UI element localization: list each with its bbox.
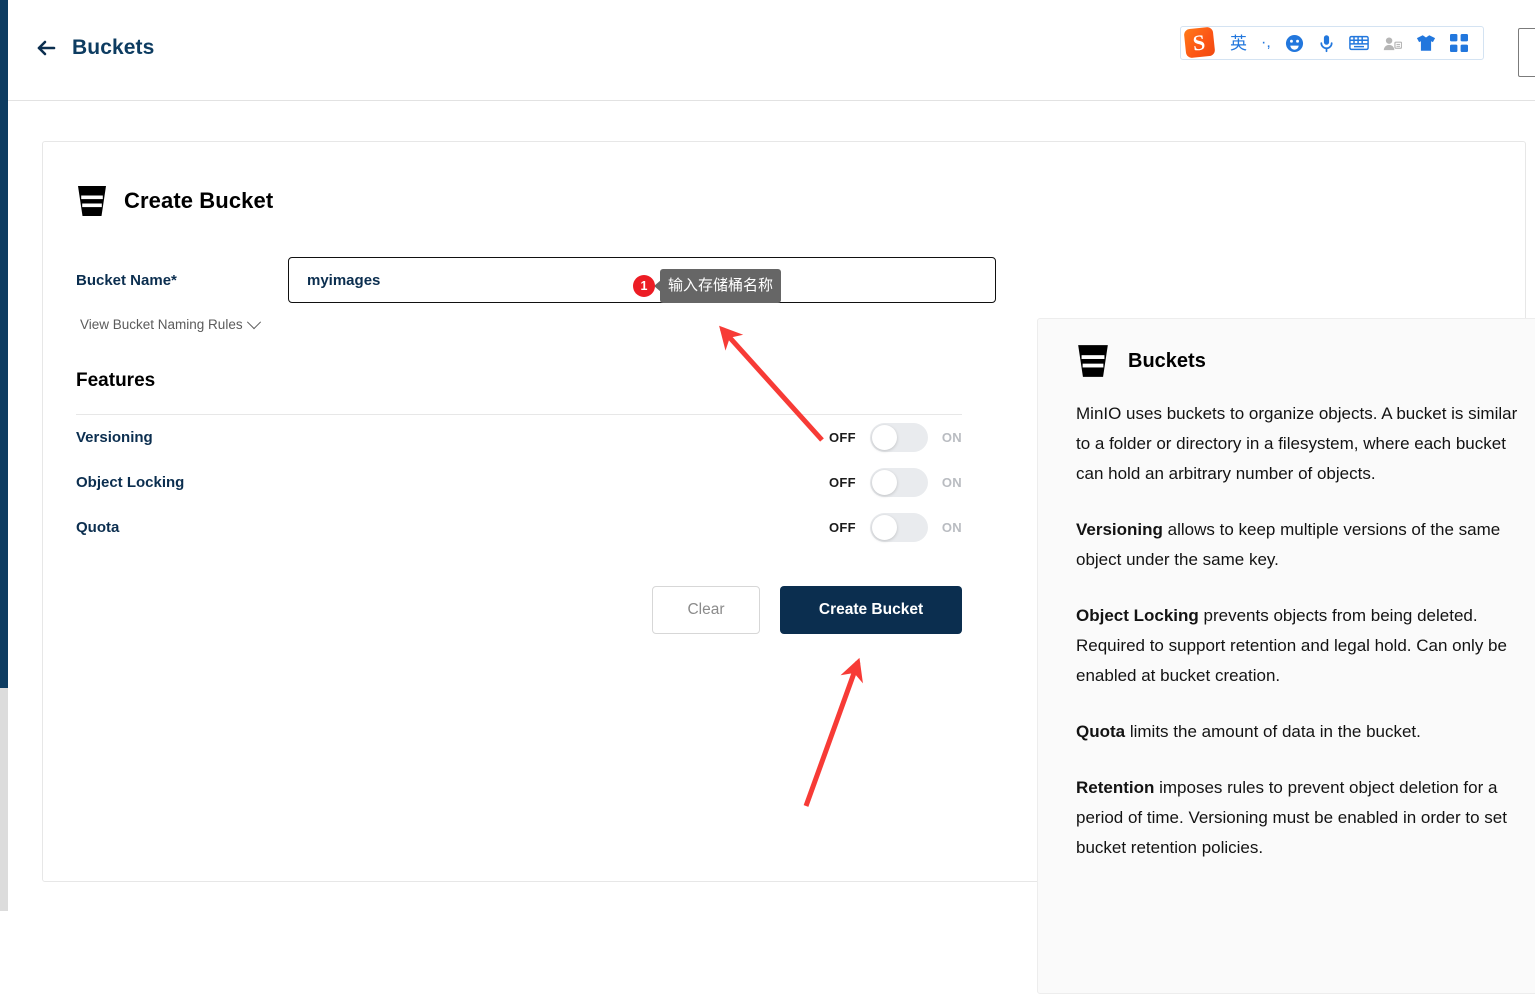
view-bucket-naming-rules-link[interactable]: View Bucket Naming Rules xyxy=(80,314,261,332)
grid-icon[interactable] xyxy=(1443,27,1475,59)
bucket-name-input[interactable] xyxy=(288,257,996,303)
toggle-off-text-quota: OFF xyxy=(828,520,856,535)
tshirt-icon[interactable] xyxy=(1409,27,1443,59)
toggle-switch-versioning[interactable] xyxy=(869,423,928,452)
help-paragraph: MinIO uses buckets to organize objects. … xyxy=(1076,399,1530,489)
toggle-switch-quota[interactable] xyxy=(869,513,928,542)
bucket-name-field-row: Bucket Name* xyxy=(76,257,996,303)
create-bucket-header: Create Bucket xyxy=(76,184,996,218)
create-bucket-button[interactable]: Create Bucket xyxy=(780,586,962,634)
back-to-buckets[interactable]: Buckets xyxy=(34,36,154,60)
emoji-icon[interactable] xyxy=(1278,27,1311,59)
help-paragraph-bold: Retention xyxy=(1076,778,1155,797)
features-heading: Features xyxy=(76,370,156,391)
ime-punctuation-mode-button[interactable]: ·, xyxy=(1254,27,1278,59)
create-bucket-panel: Create Bucket Bucket Name* View Bucket N… xyxy=(42,141,1535,994)
toggle-switch-object-locking[interactable] xyxy=(869,468,928,497)
bucket-icon xyxy=(76,184,108,218)
create-bucket-form: Create Bucket Bucket Name* View Bucket N… xyxy=(76,184,996,634)
toggle-row-versioning: Versioning OFF ON xyxy=(76,415,962,460)
help-paragraph-bold: Quota xyxy=(1076,722,1126,741)
help-title: Buckets xyxy=(1128,349,1206,372)
microphone-icon[interactable] xyxy=(1311,27,1342,59)
keyboard-icon[interactable] xyxy=(1342,27,1376,59)
buckets-help-panel: Buckets MinIO uses buckets to organize o… xyxy=(1037,318,1535,994)
form-actions: Clear Create Bucket xyxy=(76,586,962,634)
sogou-ime-toolbar[interactable]: S 英 ·, xyxy=(1180,26,1484,60)
help-paragraph-text: limits the amount of data in the bucket. xyxy=(1125,722,1421,741)
page-scrollbar-track[interactable] xyxy=(0,688,8,911)
help-paragraph: Object Locking prevents objects from bei… xyxy=(1076,601,1530,691)
toggle-label-object-locking: Object Locking xyxy=(76,474,185,491)
bucket-name-input-wrapper xyxy=(288,257,996,303)
arrow-left-icon[interactable] xyxy=(34,36,58,60)
toggle-label-quota: Quota xyxy=(76,519,120,536)
chevron-down-icon xyxy=(246,314,261,329)
toggle-on-text-quota: ON xyxy=(941,520,962,535)
toggle-on-text-versioning: ON xyxy=(941,430,962,445)
sogou-logo-letter: S xyxy=(1191,29,1207,56)
toggle-row-quota: Quota OFF ON xyxy=(76,505,962,550)
toggle-label-versioning: Versioning xyxy=(76,429,153,446)
page-title: Buckets xyxy=(72,36,155,59)
user-card-icon[interactable] xyxy=(1376,27,1409,59)
toggle-off-text-versioning: OFF xyxy=(828,430,856,445)
toggle-off-text-object-locking: OFF xyxy=(828,475,856,490)
help-paragraph-bold: Versioning xyxy=(1076,520,1163,539)
help-paragraph-text: MinIO uses buckets to organize objects. … xyxy=(1076,404,1518,483)
sidebar-accent-rail xyxy=(0,0,8,688)
help-paragraph-bold: Object Locking xyxy=(1076,606,1199,625)
bucket-name-label: Bucket Name* xyxy=(76,271,177,289)
create-bucket-title: Create Bucket xyxy=(124,188,274,213)
help-paragraph: Versioning allows to keep multiple versi… xyxy=(1076,515,1530,575)
offscreen-dialog-edge xyxy=(1518,28,1535,77)
toggle-on-text-object-locking: ON xyxy=(941,475,962,490)
bucket-icon xyxy=(1076,343,1110,379)
naming-rules-label: View Bucket Naming Rules xyxy=(80,317,243,332)
ime-language-mode-button[interactable]: 英 xyxy=(1223,27,1254,59)
help-paragraph: Quota limits the amount of data in the b… xyxy=(1076,717,1530,747)
help-paragraph: Retention imposes rules to prevent objec… xyxy=(1076,773,1530,863)
page-header: Buckets S 英 ·, xyxy=(8,0,1535,101)
sogou-logo-icon[interactable]: S xyxy=(1181,26,1217,60)
clear-button[interactable]: Clear xyxy=(652,586,760,634)
toggle-row-object-locking: Object Locking OFF ON xyxy=(76,460,962,505)
help-header: Buckets xyxy=(1076,343,1530,379)
